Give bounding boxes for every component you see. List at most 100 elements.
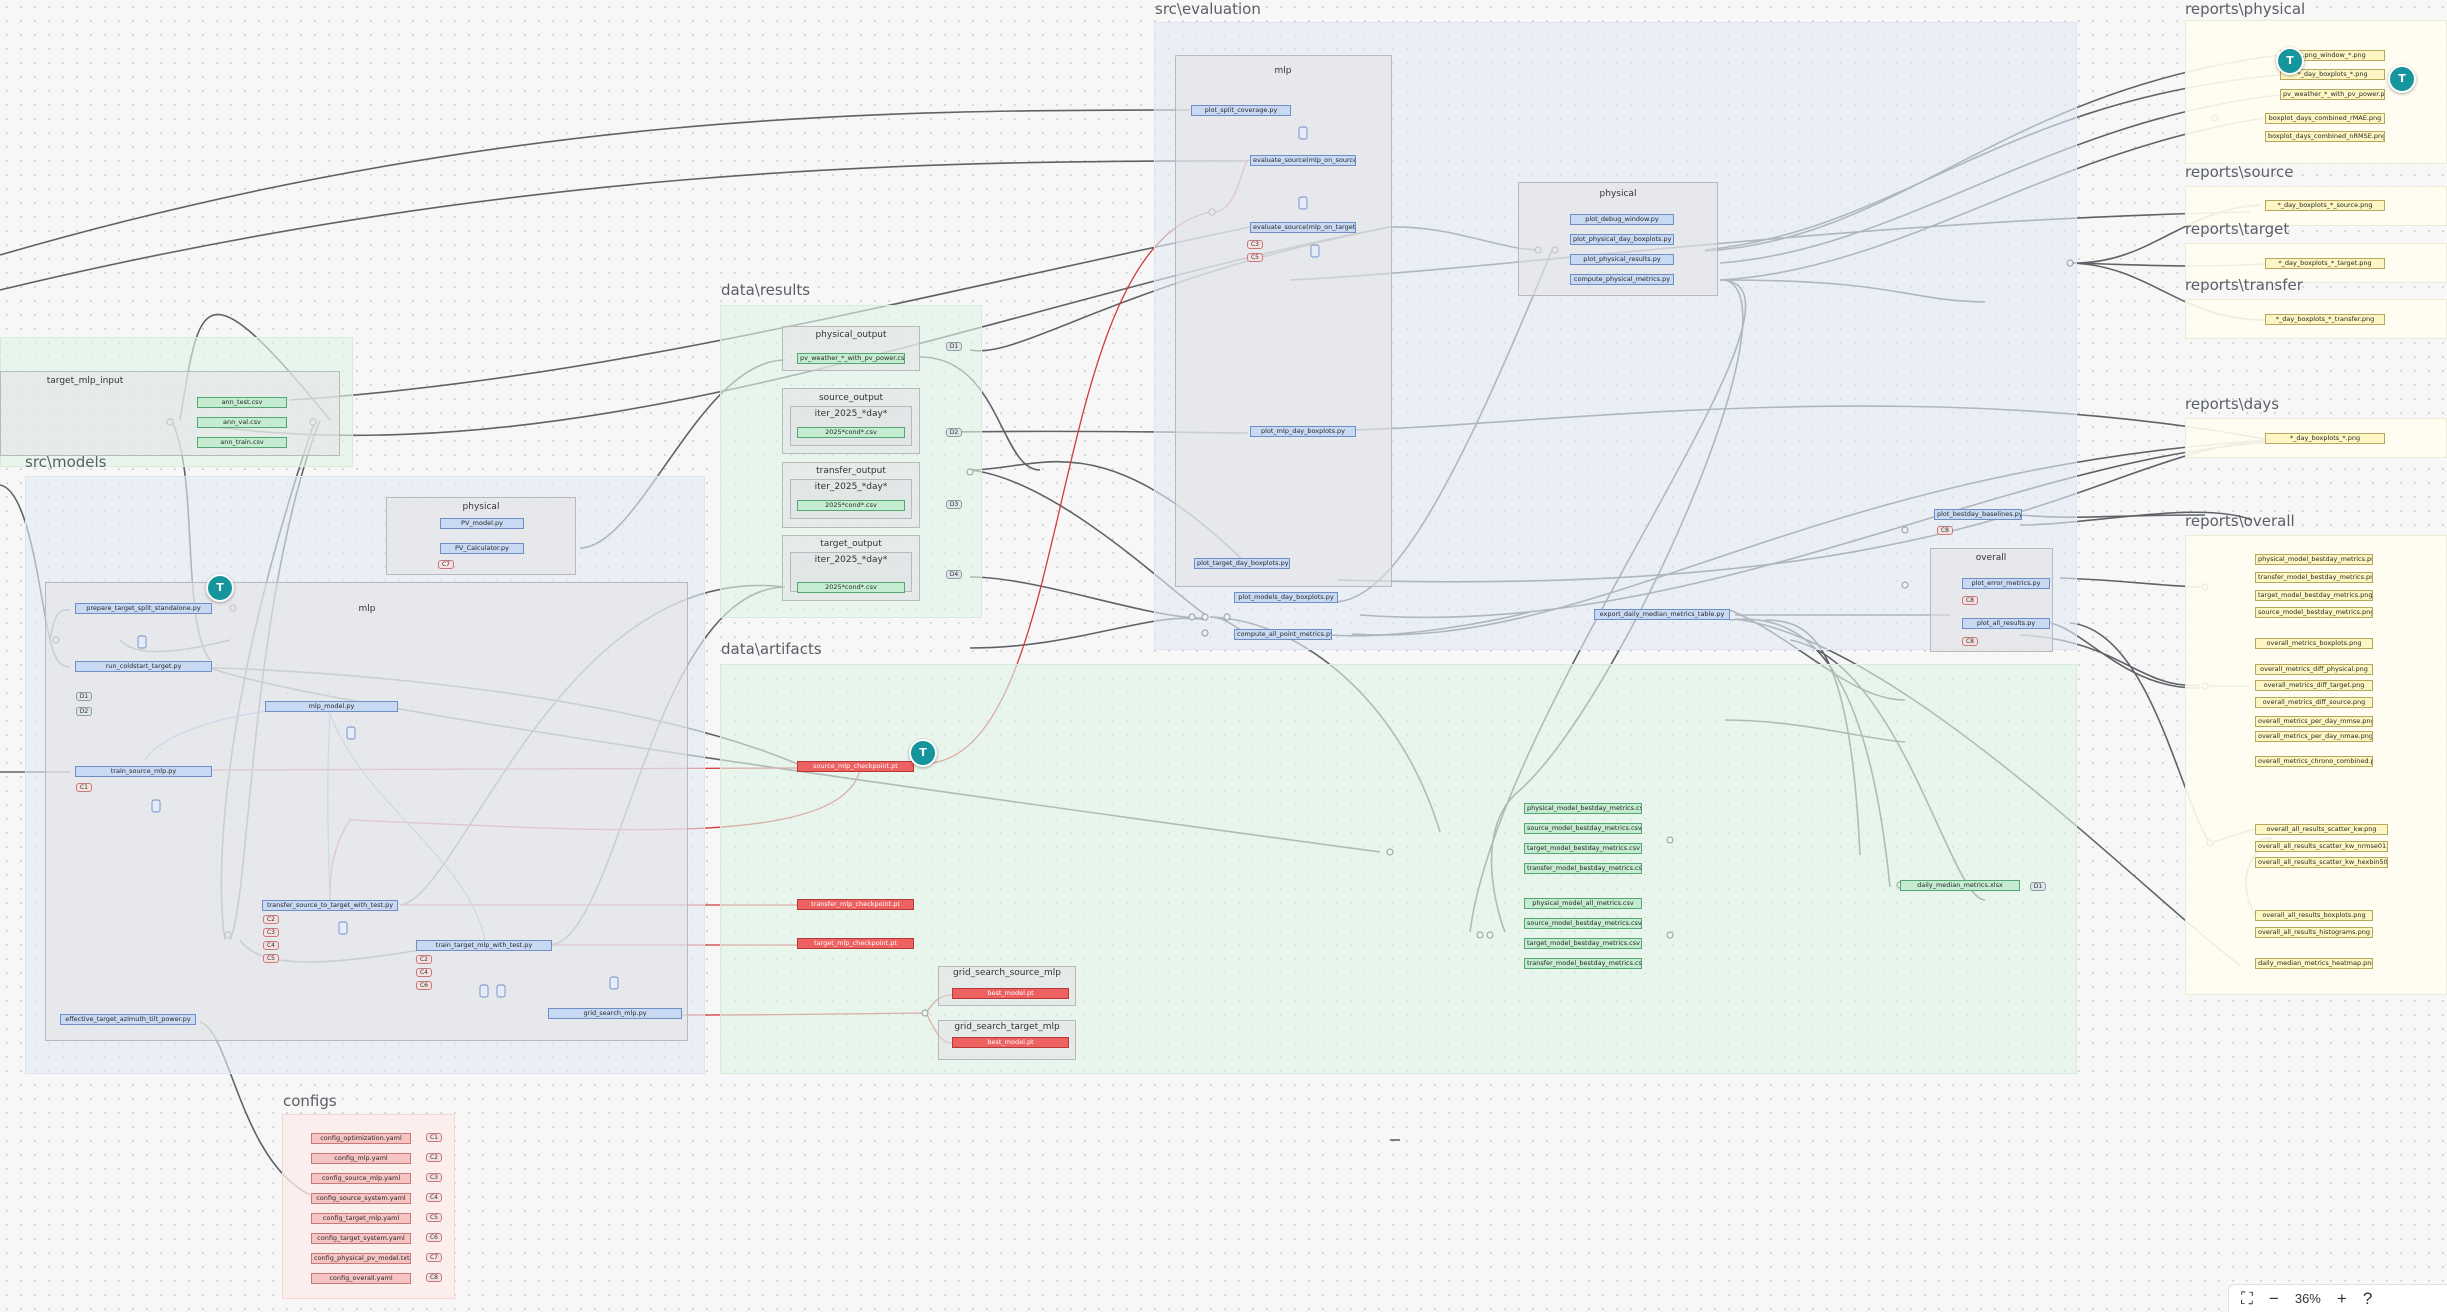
node-report-overall-per-day-nmae[interactable]: overall_metrics_per_day_nmae.png: [2255, 731, 2373, 742]
node-report-overall-source[interactable]: source_model_bestday_metrics.png: [2255, 607, 2373, 618]
node-evaluate-source-on-target[interactable]: evaluate_source(mlp_on_target.py: [1250, 222, 1356, 233]
node-prepare-target-split[interactable]: prepare_target_split_standalone.py: [75, 603, 212, 614]
zoom-out-button[interactable]: −: [2269, 1289, 2279, 1309]
node-grid-search-target-best[interactable]: best_model.pt: [952, 1037, 1069, 1048]
node-report-overall-histograms[interactable]: overall_all_results_histograms.png: [2255, 927, 2373, 938]
node-transfer-bestday[interactable]: transfer_model_bestday_metrics.csv: [1524, 863, 1642, 874]
node-report-daily-median-heatmap[interactable]: daily_median_metrics_heatmap.png: [2255, 958, 2373, 969]
node-physical-all[interactable]: physical_model_all_metrics.csv: [1524, 898, 1642, 909]
node-plot-split-coverage[interactable]: plot_split_coverage.py: [1191, 105, 1291, 116]
node-report-physical-boxplot-rmae[interactable]: boxplot_days_combined_rMAE.png: [2265, 113, 2385, 124]
node-report-physical-boxplot-nrmse[interactable]: boxplot_days_combined_nRMSE.png: [2265, 131, 2385, 142]
node-pv-calculator[interactable]: PV_Calculator.py: [440, 543, 524, 554]
node-source-alldays[interactable]: source_model_bestday_metrics.csv: [1524, 918, 1642, 929]
node-report-overall-scatter-kw[interactable]: overall_all_results_scatter_kw.png: [2255, 824, 2388, 835]
pill-c8: C8: [426, 1273, 442, 1282]
subgroup-label: grid_search_source_mlp: [953, 968, 1061, 978]
node-plot-mlp-day-boxplots[interactable]: plot_mlp_day_boxplots.py: [1250, 426, 1356, 437]
node-report-overall-diff-source[interactable]: overall_metrics_diff_source.png: [2255, 697, 2373, 708]
node-ann-train[interactable]: ann_train.csv: [197, 437, 287, 448]
group-label-reports-days: reports\days: [2185, 395, 2280, 413]
fit-view-icon[interactable]: ⛶: [2241, 1289, 2253, 1309]
node-compute-all-point-metrics[interactable]: compute_all_point_metrics.py: [1234, 629, 1332, 640]
node-mlp-model[interactable]: mlp_model.py: [265, 701, 398, 712]
pill-c3: C3: [263, 928, 279, 937]
node-evaluate-source-on-source[interactable]: evaluate_source(mlp_on_source.py: [1250, 155, 1356, 166]
collaborator-avatar[interactable]: T: [206, 574, 234, 602]
pill-d3: D3: [946, 500, 962, 509]
subgroup-label: target_output: [820, 539, 882, 549]
node-physical-bestday[interactable]: physical_model_bestday_metrics.csv: [1524, 803, 1642, 814]
node-source-iter-csv[interactable]: 2025*cond*.csv: [797, 427, 905, 438]
node-report-days[interactable]: *_day_boxplots_*.png: [2265, 433, 2385, 444]
node-transfer-mlp-checkpoint[interactable]: transfer_mlp_checkpoint.pt: [797, 899, 914, 910]
node-effective-target[interactable]: effective_target_azimuth_tilt_power.py: [60, 1014, 196, 1025]
node-report-overall-physical[interactable]: physical_model_bestday_metrics.png: [2255, 554, 2373, 565]
node-source-mlp-checkpoint[interactable]: source_mlp_checkpoint.pt: [797, 761, 914, 772]
node-pv-model[interactable]: PV_model.py: [440, 518, 524, 529]
node-report-overall-chrono[interactable]: overall_metrics_chrono_combined.png: [2255, 756, 2373, 767]
node-grid-search-mlp[interactable]: grid_search_mlp.py: [548, 1008, 682, 1019]
node-target-alldays[interactable]: target_model_bestday_metrics.csv: [1524, 938, 1642, 949]
node-config-optimization[interactable]: config_optimization.yaml: [311, 1133, 411, 1144]
node-config-target-system[interactable]: config_target_system.yaml: [311, 1233, 411, 1244]
node-train-target-mlp[interactable]: train_target_mlp_with_test.py: [416, 940, 552, 951]
collaborator-avatar[interactable]: T: [2276, 47, 2304, 75]
subgroup-label: mlp: [1274, 66, 1292, 76]
node-plot-all-results[interactable]: plot_all_results.py: [1962, 618, 2050, 629]
node-train-source-mlp[interactable]: train_source_mlp.py: [75, 766, 212, 777]
node-ann-test[interactable]: ann_test.csv: [197, 397, 287, 408]
collaborator-avatar[interactable]: T: [909, 739, 937, 767]
node-report-transfer[interactable]: *_day_boxplots_*_transfer.png: [2265, 314, 2385, 325]
node-target-iter-csv[interactable]: 2025*cond*.csv: [797, 582, 905, 593]
node-ann-val[interactable]: ann_val.csv: [197, 417, 287, 428]
node-report-overall-scatter-hexbin[interactable]: overall_all_results_scatter_kw_hexbin50.…: [2255, 857, 2388, 868]
pill-c2: C2: [426, 1153, 442, 1162]
node-run-coldstart[interactable]: run_coldstart_target.py: [75, 661, 212, 672]
help-icon[interactable]: ?: [2363, 1289, 2372, 1309]
zoom-level: 36%: [2294, 1291, 2321, 1306]
node-plot-models-day-boxplots[interactable]: plot_models_day_boxplots.py: [1234, 592, 1338, 603]
pill-c2: C2: [416, 955, 432, 964]
node-config-target-mlp[interactable]: config_target_mlp.yaml: [311, 1213, 411, 1224]
node-export-daily-median[interactable]: export_daily_median_metrics_table.py: [1594, 609, 1730, 620]
node-report-overall-diff-physical[interactable]: overall_metrics_diff_physical.png: [2255, 664, 2373, 675]
node-plot-debug-window[interactable]: plot_debug_window.py: [1570, 214, 1674, 225]
node-report-overall-diff-target[interactable]: overall_metrics_diff_target.png: [2255, 680, 2373, 691]
node-plot-target-day-boxplots[interactable]: plot_target_day_boxplots.py: [1194, 558, 1290, 569]
node-config-source-system[interactable]: config_source_system.yaml: [311, 1193, 411, 1204]
node-plot-physical-results[interactable]: plot_physical_results.py: [1570, 254, 1674, 265]
node-report-overall-per-day-mmse[interactable]: overall_metrics_per_day_mmse.png: [2255, 716, 2373, 727]
node-config-physical[interactable]: config_physical_pv_model.txt: [311, 1253, 411, 1264]
node-config-mlp[interactable]: config_mlp.yaml: [311, 1153, 411, 1164]
node-plot-bestday-baselines[interactable]: plot_bestday_baselines.py: [1934, 509, 2022, 520]
node-target-mlp-checkpoint[interactable]: target_mlp_checkpoint.pt: [797, 938, 914, 949]
node-pv-weather-csv[interactable]: pv_weather_*_with_pv_power.csv: [797, 353, 905, 364]
node-daily-median[interactable]: daily_median_metrics.xlsx: [1900, 880, 2020, 891]
node-report-source[interactable]: *_day_boxplots_*_source.png: [2265, 200, 2385, 211]
node-report-target[interactable]: *_day_boxplots_*_target.png: [2265, 258, 2385, 269]
node-compute-physical-metrics[interactable]: compute_physical_metrics.py: [1570, 274, 1674, 285]
node-transfer-source-to-target[interactable]: transfer_source_to_target_with_test.py: [262, 900, 398, 911]
group-label-reports-source: reports\source: [2185, 163, 2294, 181]
node-target-bestday[interactable]: target_model_bestday_metrics.csv: [1524, 843, 1642, 854]
node-transfer-alldays[interactable]: transfer_model_bestday_metrics.csv: [1524, 958, 1642, 969]
collaborator-avatar[interactable]: T: [2388, 65, 2416, 93]
node-report-overall-transfer[interactable]: transfer_model_bestday_metrics.png: [2255, 572, 2373, 583]
node-plot-error-metrics[interactable]: plot_error_metrics.py: [1962, 578, 2050, 589]
node-transfer-iter-csv[interactable]: 2025*cond*.csv: [797, 500, 905, 511]
node-config-overall[interactable]: config_overall.yaml: [311, 1273, 411, 1284]
node-report-overall-metrics-boxplots[interactable]: overall_metrics_boxplots.png: [2255, 638, 2373, 649]
node-report-overall-target[interactable]: target_model_bestday_metrics.png: [2255, 590, 2373, 601]
edge: [2059, 577, 2201, 588]
node-grid-search-source-best[interactable]: best_model.pt: [952, 988, 1069, 999]
node-plot-physical-day-boxplots[interactable]: plot_physical_day_boxplots.py: [1570, 234, 1674, 245]
node-config-source-mlp[interactable]: config_source_mlp.yaml: [311, 1173, 411, 1184]
zoom-in-button[interactable]: +: [2337, 1289, 2347, 1309]
pill-d4: D4: [946, 570, 962, 579]
node-report-overall-scatter-rmse[interactable]: overall_all_results_scatter_kw_nrmse01.p…: [2255, 841, 2388, 852]
pill-c3: C3: [426, 1173, 442, 1182]
node-report-overall-boxplots[interactable]: overall_all_results_boxplots.png: [2255, 910, 2373, 921]
node-source-bestday[interactable]: source_model_bestday_metrics.csv: [1524, 823, 1642, 834]
node-report-physical-weather[interactable]: pv_weather_*_with_pv_power.png: [2280, 89, 2385, 100]
